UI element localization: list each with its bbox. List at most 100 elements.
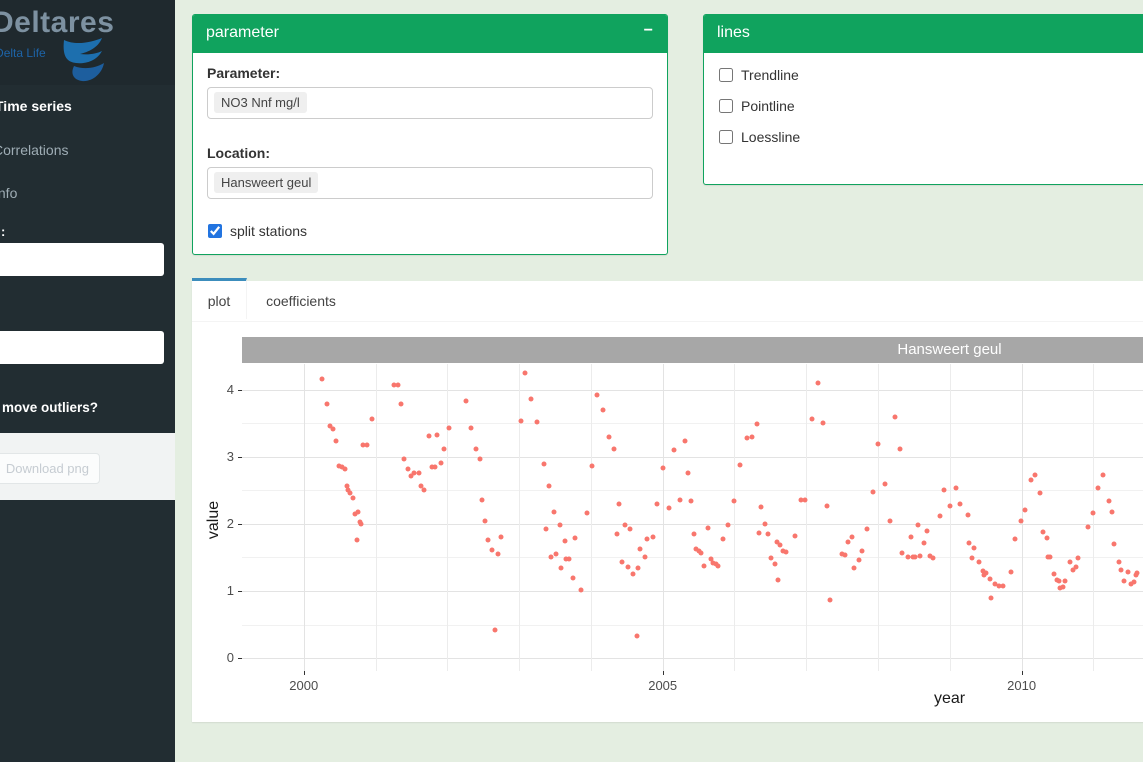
sidebar-item-time-series[interactable]: Time series xyxy=(0,92,175,122)
lines-box-title: lines xyxy=(717,24,750,42)
data-point xyxy=(606,434,611,439)
data-point xyxy=(614,531,619,536)
data-point xyxy=(499,535,504,540)
data-point xyxy=(1110,509,1115,514)
data-point xyxy=(876,441,881,446)
parameter-box-title: parameter xyxy=(206,24,279,42)
data-point xyxy=(1112,542,1117,547)
sidebar-item-label: Info xyxy=(0,185,17,201)
x-tick-mark xyxy=(1022,671,1023,675)
data-point xyxy=(909,534,914,539)
location-field-label: Location: xyxy=(207,145,653,161)
download-png-button[interactable]: Download png xyxy=(0,453,100,484)
data-point xyxy=(984,570,989,575)
data-point xyxy=(732,499,737,504)
gridline-minor-v xyxy=(1093,364,1094,671)
data-point xyxy=(643,555,648,560)
y-tick-label: 3 xyxy=(202,449,234,464)
gridline-minor-v xyxy=(950,364,951,671)
plot-panel xyxy=(242,364,1143,671)
data-point xyxy=(551,509,556,514)
data-point xyxy=(1048,555,1053,560)
facet-strip: Hansweert geul xyxy=(242,337,1143,363)
data-point xyxy=(489,548,494,553)
data-point xyxy=(843,553,848,558)
data-point xyxy=(402,456,407,461)
data-point xyxy=(584,511,589,516)
loessline-checkbox[interactable] xyxy=(719,130,733,144)
data-point xyxy=(856,558,861,563)
sidebar-item-label: Time series xyxy=(0,98,72,114)
parameter-select-input[interactable]: NO3 Nnf mg/l xyxy=(207,87,653,119)
data-point xyxy=(650,534,655,539)
data-point xyxy=(820,421,825,426)
gridline-major-h xyxy=(242,591,1143,592)
data-point xyxy=(937,514,942,519)
data-point xyxy=(463,398,468,403)
data-point xyxy=(493,628,498,633)
data-point xyxy=(1044,535,1049,540)
data-point xyxy=(900,550,905,555)
year-from-input[interactable]: 2000 xyxy=(0,243,164,276)
data-point xyxy=(1096,485,1101,490)
data-point xyxy=(578,587,583,592)
data-point xyxy=(942,487,947,492)
data-point xyxy=(871,489,876,494)
data-point xyxy=(535,419,540,424)
data-point xyxy=(677,498,682,503)
data-point xyxy=(554,552,559,557)
data-point xyxy=(715,563,720,568)
data-point xyxy=(1107,499,1112,504)
data-point xyxy=(865,526,870,531)
gridline-major-v xyxy=(304,364,305,671)
data-point xyxy=(966,540,971,545)
trendline-row: Trendline xyxy=(718,67,1143,83)
data-point xyxy=(859,549,864,554)
data-point xyxy=(918,554,923,559)
location-select-input[interactable]: Hansweert geul xyxy=(207,167,653,199)
data-point xyxy=(756,531,761,536)
x-tick-mark xyxy=(304,671,305,675)
data-point xyxy=(947,503,952,508)
gridline-major-h xyxy=(242,390,1143,391)
data-point xyxy=(447,425,452,430)
lines-box: lines Trendline Pointline Loessline xyxy=(703,14,1143,185)
data-point xyxy=(469,425,474,430)
data-point xyxy=(1023,508,1028,513)
parameter-field-label: Parameter: xyxy=(207,65,653,81)
year-to-input[interactable]: 2018 xyxy=(0,331,164,364)
data-point xyxy=(759,505,764,510)
data-point xyxy=(1038,490,1043,495)
data-point xyxy=(1056,578,1061,583)
main-content: parameter − Parameter: NO3 Nnf mg/l Loca… xyxy=(175,0,1143,762)
data-point xyxy=(601,408,606,413)
data-point xyxy=(784,550,789,555)
y-tick-mark xyxy=(238,390,242,391)
trendline-checkbox[interactable] xyxy=(719,68,733,82)
data-point xyxy=(478,457,483,462)
tab-plot[interactable]: plot xyxy=(192,278,247,319)
data-point xyxy=(720,537,725,542)
gridline-minor-v xyxy=(734,364,735,671)
gridline-minor-v xyxy=(447,364,448,671)
lines-box-header: lines xyxy=(704,15,1143,53)
sidebar-item-info[interactable]: Info xyxy=(0,179,175,209)
loessline-label: Loessline xyxy=(741,129,800,145)
data-point xyxy=(1131,580,1136,585)
split-stations-checkbox[interactable] xyxy=(208,224,222,238)
gridline-major-v xyxy=(1022,364,1023,671)
collapse-minus-icon[interactable]: − xyxy=(644,22,653,40)
data-point xyxy=(1063,578,1068,583)
lines-box-body: Trendline Pointline Loessline xyxy=(704,53,1143,155)
tab-coefficients[interactable]: coefficients xyxy=(247,281,355,322)
sidebar: Deltares Enabling Delta Life Time series… xyxy=(0,0,175,762)
data-point xyxy=(422,487,427,492)
data-point xyxy=(685,471,690,476)
data-point xyxy=(630,571,635,576)
pointline-checkbox[interactable] xyxy=(719,99,733,113)
sidebar-item-correlations[interactable]: Correlations xyxy=(0,136,175,166)
data-point xyxy=(810,417,815,422)
data-point xyxy=(775,577,780,582)
data-point xyxy=(769,556,774,561)
data-point xyxy=(495,552,500,557)
